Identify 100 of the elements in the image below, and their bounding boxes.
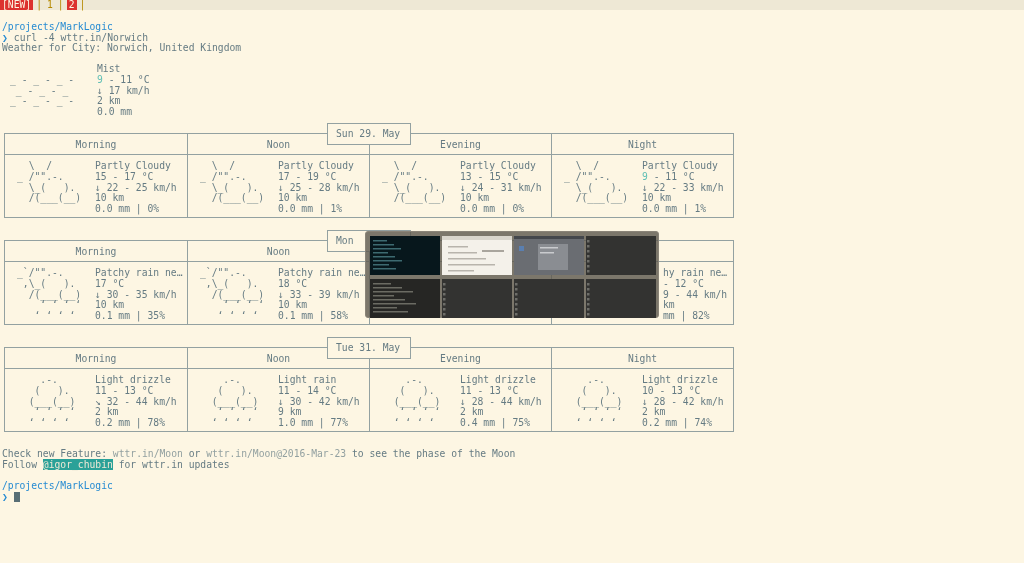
visibility-text: 2 km — [97, 96, 122, 107]
ascii-weather-art: .-. ( ). (___(__) ‘ ‘ ‘ ‘ ‘ ‘ ‘ ‘ — [210, 375, 260, 429]
ascii-weather-art: \ / _ /"".-. \_( ). /(___(__) — [381, 161, 448, 206]
period-heading: Night — [627, 353, 658, 365]
prompt-symbol: ❯ — [2, 491, 8, 503]
window-thumbnail[interactable] — [370, 279, 440, 318]
ascii-weather-art: .-. ( ). (___(__) ‘ ‘ ‘ ‘ ‘ ‘ ‘ ‘ — [392, 375, 442, 429]
period-heading: Noon — [266, 139, 291, 151]
window-tab[interactable]: 2 — [66, 0, 77, 10]
link[interactable]: wttr.in/Moon — [112, 448, 183, 460]
link[interactable]: wttr.in/Moon@2016-Mar-23 — [206, 448, 347, 460]
precipitation-text: 0.1 mm | 58% — [278, 310, 349, 322]
precipitation-text: 0.2 mm | 74% — [642, 417, 713, 429]
precipitation-text: 0.2 mm | 78% — [95, 417, 166, 429]
precipitation-text: mm | 82% — [663, 310, 711, 322]
location-text: Weather for City: Norwich, United Kingdom — [2, 43, 242, 54]
window-thumbnail[interactable] — [370, 236, 440, 275]
temperature-text: 13 - 15 °C — [460, 171, 519, 183]
ascii-weather-art: _`/"".-. ,\_( ). /(___(__) ‘ ‘ ‘ ‘ ‘ ‘ ‘ ‘ — [16, 268, 83, 322]
temperature-text: 9 - 11 °C — [97, 74, 150, 86]
window-tab[interactable]: 1 — [45, 0, 55, 10]
precipitation-text: 0.0 mm — [97, 106, 133, 118]
temperature-text: 17 - 19 °C — [278, 171, 337, 183]
temperature-text: 18 °C — [278, 278, 308, 290]
condition-text: Light drizzle — [642, 375, 719, 386]
condition-text: Partly Cloudy — [642, 161, 719, 172]
feature-note: Check new Feature: wttr.in/Moon or wttr.in/Moon@2016-Mar-23 to see the phase of the Moon — [2, 449, 516, 460]
condition-text: Light drizzle — [460, 375, 537, 386]
window-thumbnail[interactable] — [586, 279, 656, 318]
directory-path: /projects/MarkLogic — [2, 481, 113, 492]
period-heading: Morning — [75, 139, 117, 151]
ascii-weather-art: \ / _ /"".-. \_( ). /(___(__) — [563, 161, 630, 206]
condition-text: Patchy rain ne… — [95, 268, 183, 279]
wind-text: ↓ 28 - 44 km/h — [460, 396, 542, 407]
precipitation-text: 0.1 mm | 35% — [95, 310, 166, 322]
ascii-weather-art: \ / _ /"".-. \_( ). /(___(__) — [199, 161, 266, 206]
ascii-weather-art: _ - _ - _ - _ - _ - _ _ - _ - _ - — [9, 72, 76, 109]
precipitation-text: 0.0 mm | 0% — [460, 203, 526, 215]
visibility-text: 9 km — [278, 407, 303, 418]
condition-text: Partly Cloudy — [95, 161, 172, 172]
condition-text: Patchy rain ne… — [278, 268, 366, 279]
precipitation-text: 0.0 mm | 0% — [95, 203, 161, 215]
temperature-text: 11 - 13 °C — [460, 385, 520, 397]
window-thumbnail[interactable] — [442, 236, 512, 275]
handle-link[interactable]: @igor_chubin — [42, 458, 113, 470]
window-thumbnail[interactable] — [514, 279, 584, 318]
condition-text: Light drizzle — [95, 375, 172, 386]
window-thumbnail[interactable] — [586, 236, 656, 275]
window-thumbnail[interactable] — [442, 279, 512, 318]
visibility-text: 2 km — [95, 407, 120, 418]
condition-text: Partly Cloudy — [278, 161, 355, 172]
date-label: Sun 29. May — [327, 123, 411, 146]
period-heading: Evening — [440, 139, 481, 151]
period-heading: Morning — [75, 246, 117, 258]
tab-separator: | — [78, 0, 87, 10]
temperature-text: 11 - 14 °C — [278, 385, 338, 397]
text-cursor — [13, 491, 20, 502]
visibility-text: 10 km — [278, 193, 309, 204]
period-heading: Morning — [75, 353, 117, 365]
wind-text: ↓ 25 - 28 km/h — [278, 182, 360, 193]
condition-text: Partly Cloudy — [460, 161, 537, 172]
temperature-text: - 12 °C — [663, 278, 705, 290]
temperature-text: 15 - 17 °C — [95, 171, 154, 183]
temperature-text: 10 - 13 °C — [642, 385, 702, 397]
temperature-text: 11 - 13 °C — [95, 385, 155, 397]
precipitation-text: 0.4 mm | 75% — [460, 417, 531, 429]
visibility-text: 10 km — [278, 300, 309, 311]
condition-text: hy rain ne… — [663, 268, 728, 279]
window-thumbnail[interactable] — [514, 236, 584, 275]
wind-text: ↓ 17 km/h — [97, 85, 150, 96]
prompt-symbol: ❯ — [2, 32, 8, 43]
visibility-text: 2 km — [642, 407, 667, 418]
temperature-text: 9 - 11 °C — [642, 171, 695, 183]
window-tab[interactable]: [NEW] — [0, 0, 34, 10]
wind-text: ↓ 33 - 39 km/h — [278, 289, 361, 300]
wind-text: ↓ 24 - 31 km/h — [460, 182, 542, 193]
ascii-weather-art: .-. ( ). (___(__) ‘ ‘ ‘ ‘ ‘ ‘ ‘ ‘ — [574, 375, 624, 429]
command-text: curl -4 wttr.in/Norwich — [13, 32, 148, 43]
condition-text: Mist — [97, 64, 122, 75]
precipitation-text: 1.0 mm | 77% — [278, 417, 349, 429]
date-label: Tue 31. May — [327, 337, 411, 360]
period-heading: Noon — [266, 246, 291, 258]
directory-path: /projects/MarkLogic — [2, 22, 113, 33]
visibility-text: km — [663, 300, 676, 311]
wind-text: ↓ 28 - 42 km/h — [642, 396, 724, 407]
visibility-text: 2 km — [460, 407, 485, 418]
follow-note: Follow @igor_chubin for wttr.in updates — [2, 459, 230, 471]
temperature-text: 17 °C — [95, 278, 125, 290]
period-heading: Night — [627, 139, 658, 151]
wind-text: ↓ 30 - 35 km/h — [95, 289, 178, 300]
wind-text: ↘ 32 - 44 km/h — [95, 396, 177, 407]
visibility-text: 10 km — [642, 193, 673, 204]
period-heading: Evening — [440, 353, 481, 365]
visibility-text: 10 km — [460, 193, 491, 204]
wind-text: ↓ 30 - 42 km/h — [278, 396, 360, 407]
tab-separator: | — [56, 0, 65, 10]
precipitation-text: 0.0 mm | 1% — [642, 203, 708, 215]
condition-text: Light rain — [278, 375, 338, 386]
wind-text: 9 - 44 km/h — [663, 289, 728, 300]
wind-text: ↓ 22 - 33 km/h — [642, 182, 724, 193]
